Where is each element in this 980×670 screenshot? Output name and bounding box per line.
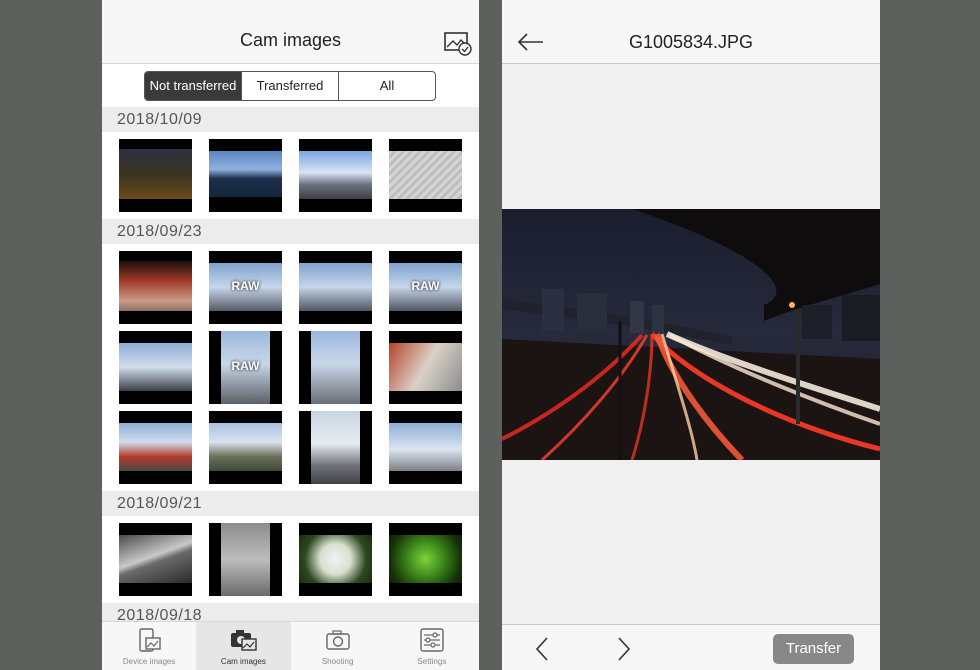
thumbnail-grid: RAW RAW RAW [102, 244, 479, 491]
date-header: 2018/09/23 [102, 219, 479, 244]
image-transfer-status-icon[interactable] [443, 30, 473, 56]
cam-images-screen: Cam images Not transferred Transferred A… [102, 0, 479, 670]
thumbnail[interactable]: RAW [389, 251, 462, 324]
thumbnail[interactable] [119, 411, 192, 484]
device-images-icon [139, 628, 161, 652]
thumbnail[interactable]: RAW [209, 331, 282, 404]
thumbnail-grid [102, 132, 479, 219]
thumbnail[interactable] [209, 139, 282, 212]
top-bar: G1005834.JPG [502, 0, 880, 64]
cam-images-icon [231, 630, 258, 651]
thumbnail[interactable] [389, 139, 462, 212]
image-detail-screen: G1005834.JPG Transfer [502, 0, 880, 670]
thumbnail[interactable] [299, 411, 372, 484]
thumbnail-grid [102, 516, 479, 603]
chevron-left-icon[interactable] [532, 635, 552, 663]
tab-cam-images[interactable]: Cam images [196, 622, 291, 670]
thumbnail[interactable] [299, 139, 372, 212]
thumbnail[interactable] [119, 139, 192, 212]
transfer-button[interactable]: Transfer [773, 634, 854, 664]
thumbnail[interactable] [119, 251, 192, 324]
highway-night-photo [502, 209, 880, 460]
thumbnail[interactable] [119, 523, 192, 596]
thumbnail[interactable] [209, 411, 282, 484]
thumbnail[interactable]: RAW [209, 251, 282, 324]
thumbnail[interactable] [389, 331, 462, 404]
chevron-right-icon[interactable] [614, 635, 634, 663]
thumbnail[interactable] [389, 411, 462, 484]
tab-transferred[interactable]: Transferred [242, 72, 339, 100]
date-header: 2018/09/21 [102, 491, 479, 516]
thumbnail[interactable] [209, 523, 282, 596]
thumbnail[interactable] [299, 251, 372, 324]
tab-not-transferred[interactable]: Not transferred [145, 72, 242, 100]
thumbnail[interactable] [119, 331, 192, 404]
tab-device-images[interactable]: Device images [102, 622, 196, 670]
photo-preview[interactable] [502, 209, 880, 460]
date-header: 2018/09/18 [102, 603, 479, 621]
file-name-title: G1005834.JPG [628, 32, 754, 52]
top-bar: Cam images [102, 0, 479, 64]
bottom-tab-bar: Device images Cam images Shooting Settin… [102, 621, 479, 670]
transfer-filter: Not transferred Transferred All [144, 71, 436, 101]
tab-settings[interactable]: Settings [385, 622, 479, 670]
camera-icon [325, 630, 350, 650]
thumbnail[interactable] [299, 523, 372, 596]
thumbnail[interactable] [299, 331, 372, 404]
thumbnail[interactable] [389, 523, 462, 596]
settings-icon [420, 628, 444, 652]
page-title: Cam images [239, 30, 342, 50]
date-header: 2018/10/09 [102, 107, 479, 132]
tab-shooting[interactable]: Shooting [291, 622, 385, 670]
image-list[interactable]: 2018/10/09 2018/09/23 RAW RAW RAW 2018/0… [102, 107, 479, 621]
tab-all[interactable]: All [339, 72, 435, 100]
bottom-toolbar: Transfer [502, 624, 880, 670]
